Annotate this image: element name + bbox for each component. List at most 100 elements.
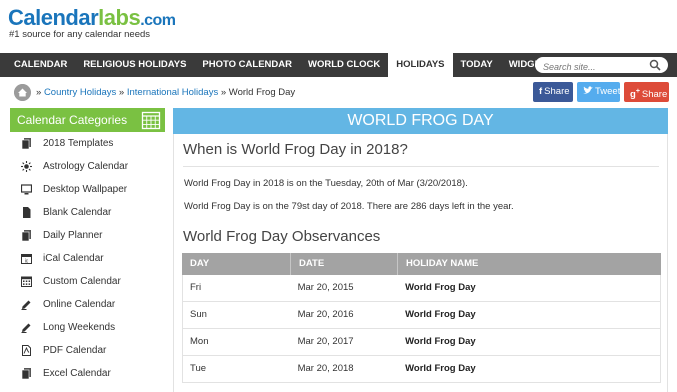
- facebook-share-label: Share: [544, 86, 570, 97]
- twitter-icon: [583, 86, 593, 94]
- monitor-icon: [21, 184, 32, 195]
- sidebar-item-label: Daily Planner: [43, 230, 103, 241]
- sidebar-item-label: Long Weekends: [43, 322, 116, 333]
- cell-holiday-name[interactable]: World Frog Day: [398, 275, 660, 301]
- heading-divider: [183, 166, 659, 167]
- facebook-share-button[interactable]: f Share: [533, 82, 573, 102]
- breadcrumb-separator: »: [118, 87, 125, 98]
- table-row: Mon Mar 20, 2017 World Frog Day: [182, 329, 661, 356]
- breadcrumb-international-holidays[interactable]: International Holidays: [127, 87, 218, 98]
- nav-item-holidays[interactable]: HOLIDAYS: [388, 53, 453, 77]
- twitter-tweet-label: Tweet: [595, 86, 621, 97]
- observances-table: DAY DATE HOLIDAY NAME Fri Mar 20, 2015 W…: [182, 253, 661, 383]
- sidebar-item-astrology-calendar[interactable]: Astrology Calendar: [10, 155, 165, 178]
- breadcrumb-current: World Frog Day: [228, 87, 296, 98]
- sidebar-item-ical-calendar[interactable]: ic iCal Calendar: [10, 247, 165, 270]
- sidebar-item-label: Blank Calendar: [43, 207, 112, 218]
- cell-holiday-name[interactable]: World Frog Day: [398, 329, 660, 355]
- google-plus-icon: g+: [630, 88, 640, 101]
- search-input[interactable]: [535, 59, 645, 75]
- sidebar: Calendar Categories 2018 Templates Astro…: [10, 108, 165, 392]
- nav-item-religious-holidays[interactable]: RELIGIOUS HOLIDAYS: [75, 53, 194, 77]
- breadcrumb-separator: »: [220, 87, 227, 98]
- table-header: DAY DATE HOLIDAY NAME: [182, 253, 661, 275]
- cell-date: Mar 20, 2015: [297, 282, 354, 293]
- cell-date: Mar 20, 2018: [297, 363, 354, 374]
- main-nav: CALENDAR RELIGIOUS HOLIDAYS PHOTO CALEND…: [0, 53, 677, 77]
- cell-holiday-name[interactable]: World Frog Day: [398, 302, 660, 328]
- day-of-year-paragraph: World Frog Day is on the 79st day of 201…: [184, 201, 514, 212]
- table-row: Sun Mar 20, 2016 World Frog Day: [182, 302, 661, 329]
- main-body: When is World Frog Day in 2018? World Fr…: [173, 134, 668, 392]
- sidebar-item-label: Custom Calendar: [43, 276, 121, 287]
- sidebar-item-label: PDF Calendar: [43, 345, 107, 356]
- site-header: Calendarlabs.com #1 source for any calen…: [0, 0, 677, 50]
- sidebar-item-pdf-calendar[interactable]: PDF Calendar: [10, 339, 165, 362]
- cell-date: Mar 20, 2017: [297, 336, 354, 347]
- column-header-day: DAY: [190, 258, 210, 269]
- document-stack-icon: [21, 230, 31, 241]
- google-plus-share-button[interactable]: g+ Share: [624, 82, 669, 102]
- edit-icon: [21, 300, 31, 310]
- column-header-date: DATE: [290, 253, 398, 275]
- cell-day: Tue: [190, 363, 207, 374]
- calendar-icon: [141, 111, 161, 130]
- logo-part-calendar: Calendar: [8, 5, 99, 30]
- sidebar-title: Calendar Categories: [17, 113, 128, 127]
- svg-text:ic: ic: [25, 258, 29, 264]
- search-box: [535, 57, 668, 75]
- search-icon[interactable]: [649, 59, 661, 71]
- cell-date: Mar 20, 2016: [297, 309, 354, 320]
- sidebar-item-2018-templates[interactable]: 2018 Templates: [10, 132, 165, 155]
- logo-part-com: .com: [140, 12, 176, 29]
- document-stack-icon: [21, 138, 31, 149]
- sidebar-list: 2018 Templates Astrology Calendar Deskto…: [10, 132, 165, 385]
- sidebar-item-custom-calendar[interactable]: Custom Calendar: [10, 270, 165, 293]
- sun-icon: [21, 161, 32, 172]
- document-stack-icon: [21, 368, 31, 379]
- nav-item-world-clock[interactable]: WORLD CLOCK: [300, 53, 388, 77]
- nav-items: CALENDAR RELIGIOUS HOLIDAYS PHOTO CALEND…: [6, 53, 561, 77]
- google-plus-share-label: Share: [641, 89, 668, 101]
- breadcrumb-separator: »: [36, 87, 42, 98]
- logo-part-labs: labs: [98, 5, 141, 30]
- main-content: WORLD FROG DAY When is World Frog Day in…: [173, 108, 668, 392]
- nav-item-today[interactable]: TODAY: [453, 53, 501, 77]
- cell-day: Mon: [190, 336, 209, 347]
- nav-item-photo-calendar[interactable]: PHOTO CALENDAR: [194, 53, 300, 77]
- sidebar-item-label: 2018 Templates: [43, 138, 114, 149]
- home-icon[interactable]: [14, 84, 31, 101]
- breadcrumb-country-holidays[interactable]: Country Holidays: [44, 87, 116, 98]
- facebook-icon: f: [539, 86, 543, 97]
- table-row: Fri Mar 20, 2015 World Frog Day: [182, 275, 661, 302]
- observances-heading: World Frog Day Observances: [183, 228, 381, 245]
- sidebar-item-long-weekends[interactable]: Long Weekends: [10, 316, 165, 339]
- sidebar-item-label: Desktop Wallpaper: [43, 184, 128, 195]
- sidebar-item-excel-calendar[interactable]: Excel Calendar: [10, 362, 165, 385]
- grid-calendar-icon: [21, 276, 32, 287]
- sidebar-item-daily-planner[interactable]: Daily Planner: [10, 224, 165, 247]
- breadcrumb: » Country Holidays » International Holid…: [36, 87, 295, 98]
- cell-holiday-name[interactable]: World Frog Day: [398, 356, 660, 382]
- sidebar-header: Calendar Categories: [10, 108, 165, 132]
- table-row: Tue Mar 20, 2018 World Frog Day: [182, 356, 661, 383]
- ical-icon: ic: [21, 254, 32, 264]
- when-heading: When is World Frog Day in 2018?: [183, 141, 408, 158]
- sidebar-item-label: iCal Calendar: [43, 253, 104, 264]
- page-title-banner: WORLD FROG DAY: [173, 108, 668, 134]
- cell-day: Fri: [190, 282, 202, 293]
- edit-icon: [21, 323, 31, 333]
- sidebar-item-online-calendar[interactable]: Online Calendar: [10, 293, 165, 316]
- pdf-icon: [22, 345, 31, 356]
- sidebar-item-label: Excel Calendar: [43, 368, 111, 379]
- sidebar-item-blank-calendar[interactable]: Blank Calendar: [10, 201, 165, 224]
- site-tagline: #1 source for any calendar needs: [9, 29, 151, 40]
- twitter-tweet-button[interactable]: Tweet: [577, 82, 620, 102]
- sidebar-item-label: Astrology Calendar: [43, 161, 129, 172]
- column-header-holiday-name: HOLIDAY NAME: [406, 258, 479, 269]
- sidebar-item-label: Online Calendar: [43, 299, 116, 310]
- sidebar-item-desktop-wallpaper[interactable]: Desktop Wallpaper: [10, 178, 165, 201]
- nav-item-calendar[interactable]: CALENDAR: [6, 53, 75, 77]
- document-icon: [23, 207, 31, 218]
- date-paragraph: World Frog Day in 2018 is on the Tuesday…: [184, 178, 468, 189]
